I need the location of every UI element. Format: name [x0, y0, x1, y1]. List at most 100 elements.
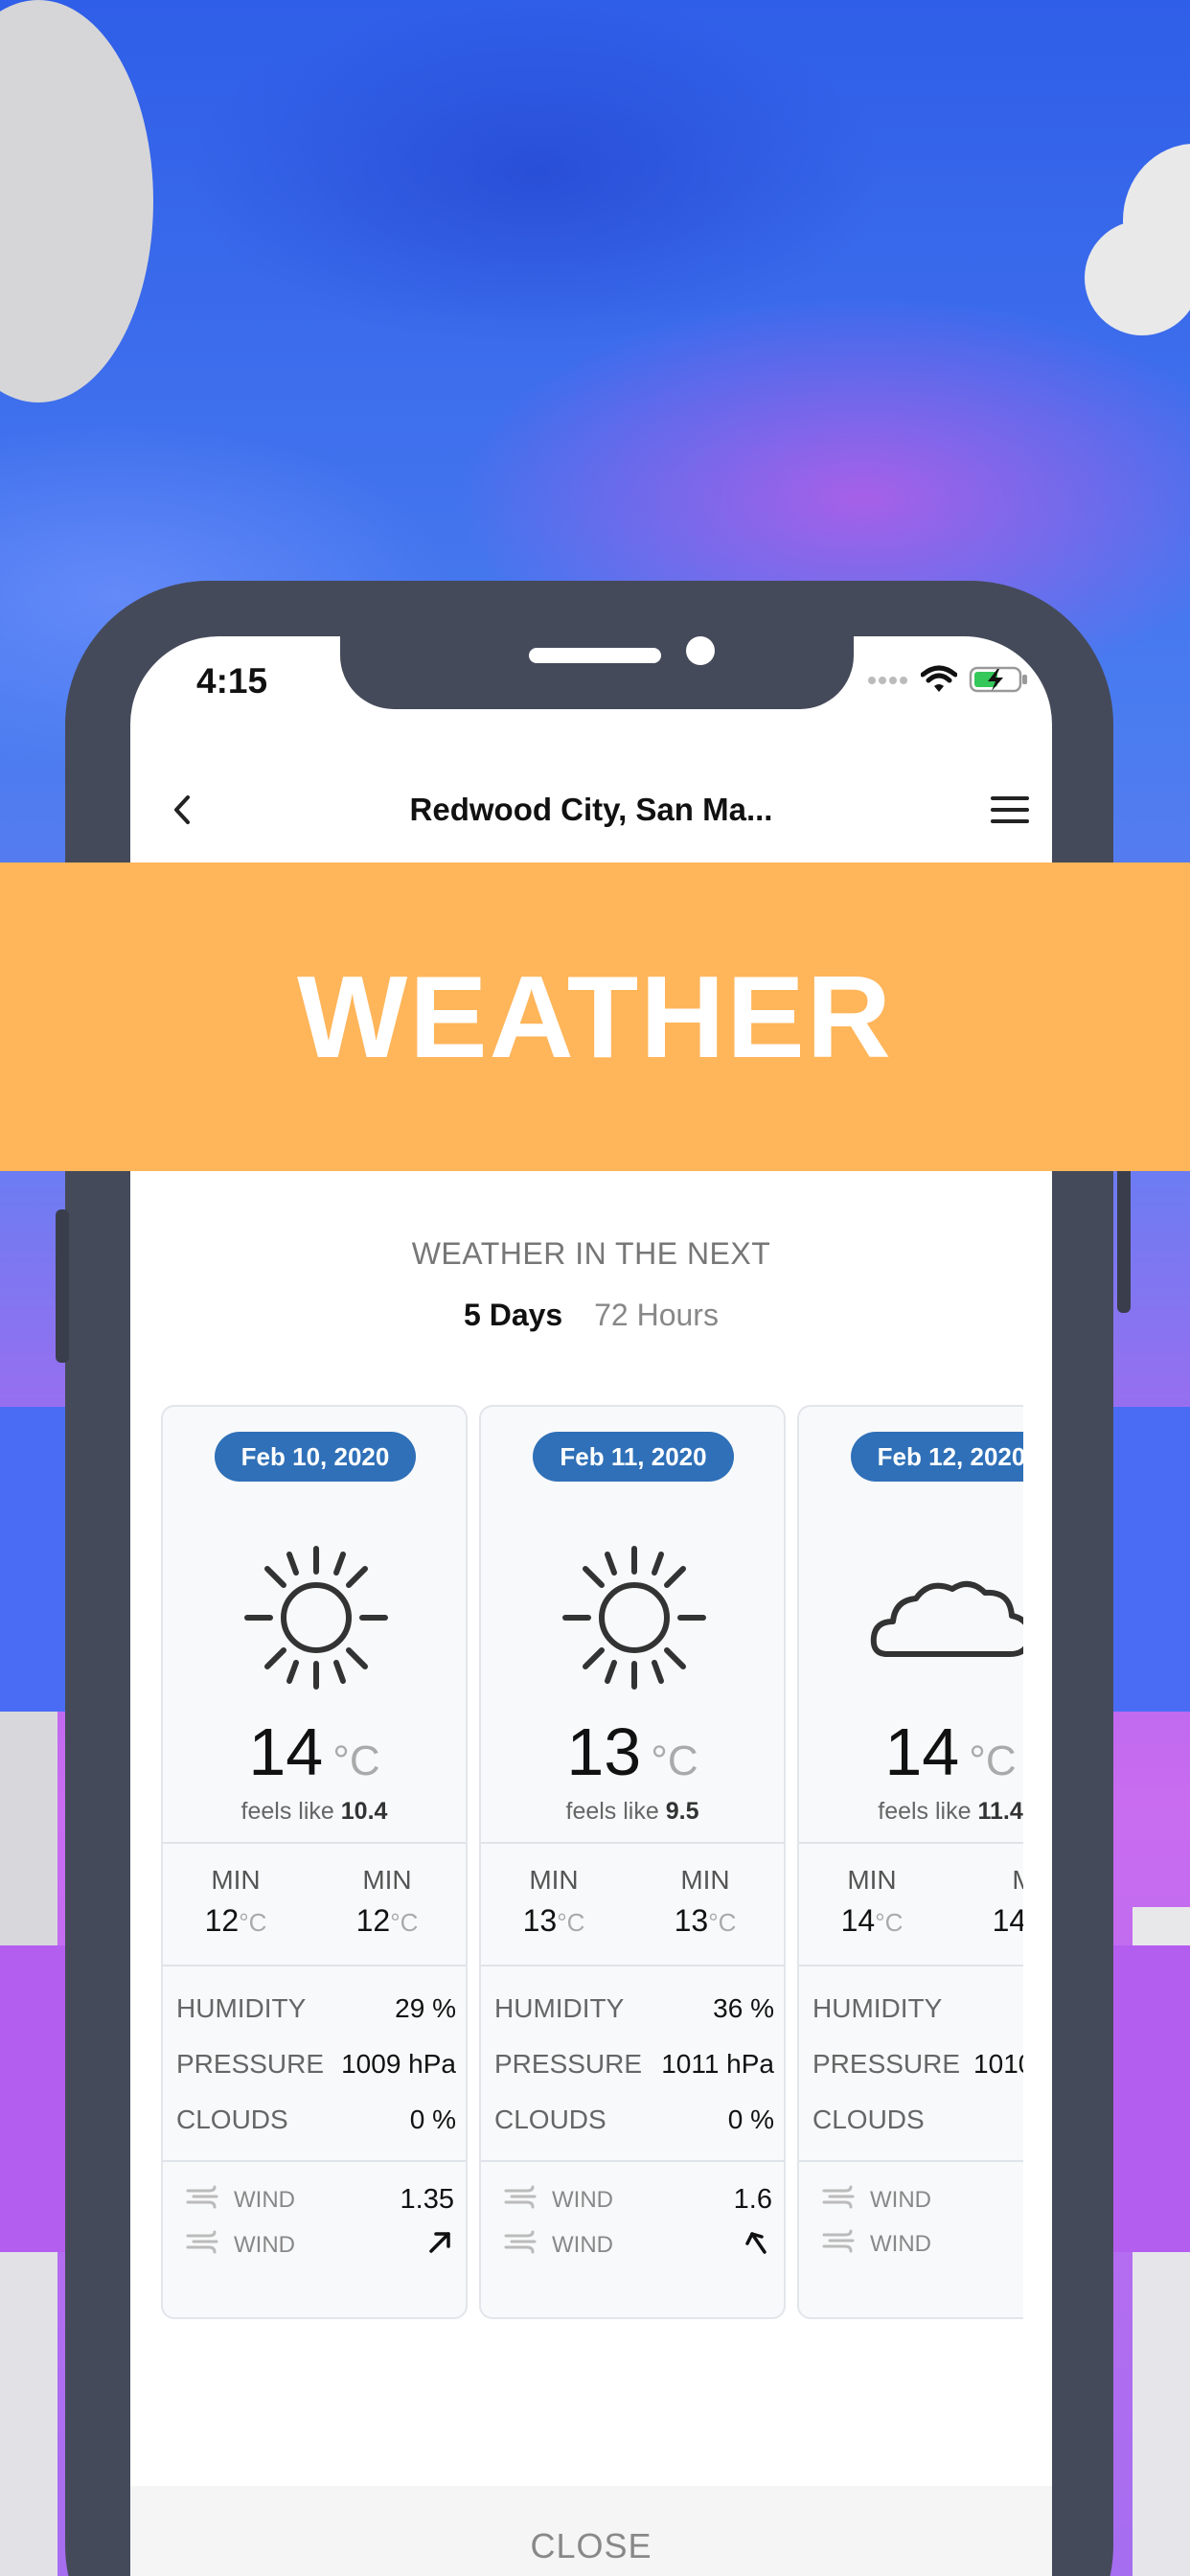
background-block — [0, 2252, 57, 2576]
humidity-label: HUMIDITY — [812, 1993, 943, 2023]
temperature-unit: °C — [651, 1737, 698, 1784]
forecast-card[interactable]: Feb 11, 2020 13 °C feels like 9.5 MIN 13… — [479, 1405, 786, 2319]
max-label: MIN — [362, 1865, 412, 1895]
status-icons — [867, 665, 1030, 699]
min-value: 14 — [840, 1903, 876, 1938]
forecast-carousel[interactable]: Feb 10, 2020 14 °C feels like 10.4 MIN 1… — [161, 1405, 1023, 2325]
humidity-value: 36 % — [713, 1993, 774, 2023]
front-camera — [686, 636, 715, 665]
humidity-row: HUMIDITY 29 % — [176, 1993, 456, 2024]
app-header: Redwood City, San Ma... — [130, 767, 1052, 853]
date-badge: Feb 11, 2020 — [533, 1432, 734, 1482]
wind-icon — [186, 2228, 220, 2262]
hamburger-icon — [989, 796, 1031, 830]
divider — [163, 1965, 466, 1966]
temperature-value: 14 — [884, 1714, 960, 1789]
phone-volume-button — [56, 1209, 69, 1363]
clouds-label: CLOUDS — [812, 2104, 925, 2134]
clouds-value: 0 % — [727, 2104, 774, 2134]
battery-icon — [969, 665, 1030, 699]
max-value: 13 — [674, 1903, 709, 1938]
forecast-tabs: 5 Days 72 Hours — [130, 1298, 1052, 1333]
feels-like-label: feels like — [565, 1798, 659, 1825]
degree-unit: °C — [239, 1908, 267, 1937]
humidity-value: 29 % — [395, 1993, 456, 2023]
divider — [799, 1842, 1023, 1844]
max-value: 12 — [355, 1903, 391, 1938]
tab-5-days[interactable]: 5 Days — [464, 1298, 562, 1332]
pressure-value: 1009 hPa — [341, 2049, 456, 2079]
background-cloud — [1085, 144, 1190, 345]
degree-unit: °C — [875, 1908, 904, 1937]
feels-like: feels like 10.4 — [163, 1798, 466, 1826]
phone-power-button — [1117, 1160, 1131, 1313]
close-button[interactable]: CLOSE — [130, 2526, 1052, 2566]
status-time: 4:15 — [196, 661, 268, 701]
clouds-label: CLOUDS — [176, 2104, 288, 2134]
max-label: MIN — [680, 1865, 730, 1895]
temperature: 14 °C — [163, 1714, 466, 1790]
sun-icon — [240, 1541, 393, 1694]
divider — [163, 1842, 466, 1844]
min-value: 13 — [522, 1903, 558, 1938]
moon-shape — [0, 0, 153, 402]
humidity-row: HUMIDITY — [812, 1993, 1023, 2024]
feels-like-label: feels like — [878, 1798, 972, 1825]
date-badge: Feb 10, 2020 — [215, 1432, 416, 1482]
signal-icon — [867, 674, 909, 691]
tab-72-hours[interactable]: 72 Hours — [594, 1298, 719, 1332]
pressure-row: PRESSURE 1011 hPa — [494, 2049, 774, 2080]
background-block — [0, 1712, 57, 1945]
wind-direction-label: WIND — [870, 2230, 931, 2257]
temperature: 13 °C — [481, 1714, 784, 1790]
page-title: Redwood City, San Ma... — [409, 792, 773, 827]
degree-unit: °C — [557, 1908, 585, 1937]
clouds-value: 0 % — [409, 2104, 456, 2134]
pressure-label: PRESSURE — [176, 2049, 325, 2079]
feels-like: feels like 11.4 — [799, 1798, 1023, 1826]
sun-icon — [558, 1541, 711, 1694]
wind-label: WIND — [552, 2186, 613, 2213]
feels-like-value: 9.5 — [665, 1798, 699, 1825]
wind-label: WIND — [234, 2186, 295, 2213]
max-temp: MIN 12°C — [339, 1865, 435, 1939]
degree-unit: °C — [390, 1908, 419, 1937]
degree-unit: °C — [708, 1908, 737, 1937]
wind-icon — [186, 2183, 220, 2217]
wind-icon — [822, 2183, 857, 2217]
pressure-value: 1010 — [973, 2049, 1023, 2079]
max-temp: MIN 13°C — [657, 1865, 753, 1939]
background-block — [1133, 1907, 1190, 1945]
divider — [799, 2160, 1023, 2162]
wind-speed-value: 1.35 — [400, 2184, 454, 2215]
max-label: M — [1012, 1865, 1023, 1895]
temperature-unit: °C — [332, 1737, 380, 1784]
wind-speed-row: WIND — [822, 2183, 1023, 2217]
arrow-up-left-icon — [744, 2227, 772, 2263]
wind-speed-value: 1.6 — [733, 2184, 772, 2215]
temperature-value: 13 — [566, 1714, 642, 1789]
divider — [799, 1965, 1023, 1966]
background-block — [1133, 2252, 1190, 2576]
forecast-card[interactable]: Feb 10, 2020 14 °C feels like 10.4 MIN 1… — [161, 1405, 468, 2319]
wind-direction-row: WIND — [186, 2227, 454, 2263]
forecast-card[interactable]: Feb 12, 2020 14 °C feels like 11.4 MIN 14… — [797, 1405, 1023, 2319]
wifi-icon — [920, 665, 958, 699]
feels-like-label: feels like — [240, 1798, 334, 1825]
feels-like-value: 11.4 — [977, 1798, 1023, 1825]
divider — [481, 1842, 784, 1844]
cloud-icon — [866, 1541, 1023, 1694]
arrow-up-right-icon — [425, 2227, 454, 2263]
pressure-row: PRESSURE 1010 — [812, 2049, 1023, 2080]
clouds-label: CLOUDS — [494, 2104, 606, 2134]
menu-button[interactable] — [989, 794, 1031, 826]
wind-direction-label: WIND — [234, 2231, 295, 2258]
temperature-value: 14 — [248, 1714, 324, 1789]
max-temp: M 14°C — [975, 1865, 1023, 1939]
temperature: 14 °C — [799, 1714, 1023, 1790]
max-value: 14 — [992, 1903, 1023, 1938]
wind-icon — [822, 2227, 857, 2261]
wind-direction-row: WIND — [504, 2227, 772, 2263]
divider — [163, 2160, 466, 2162]
divider — [481, 2160, 784, 2162]
